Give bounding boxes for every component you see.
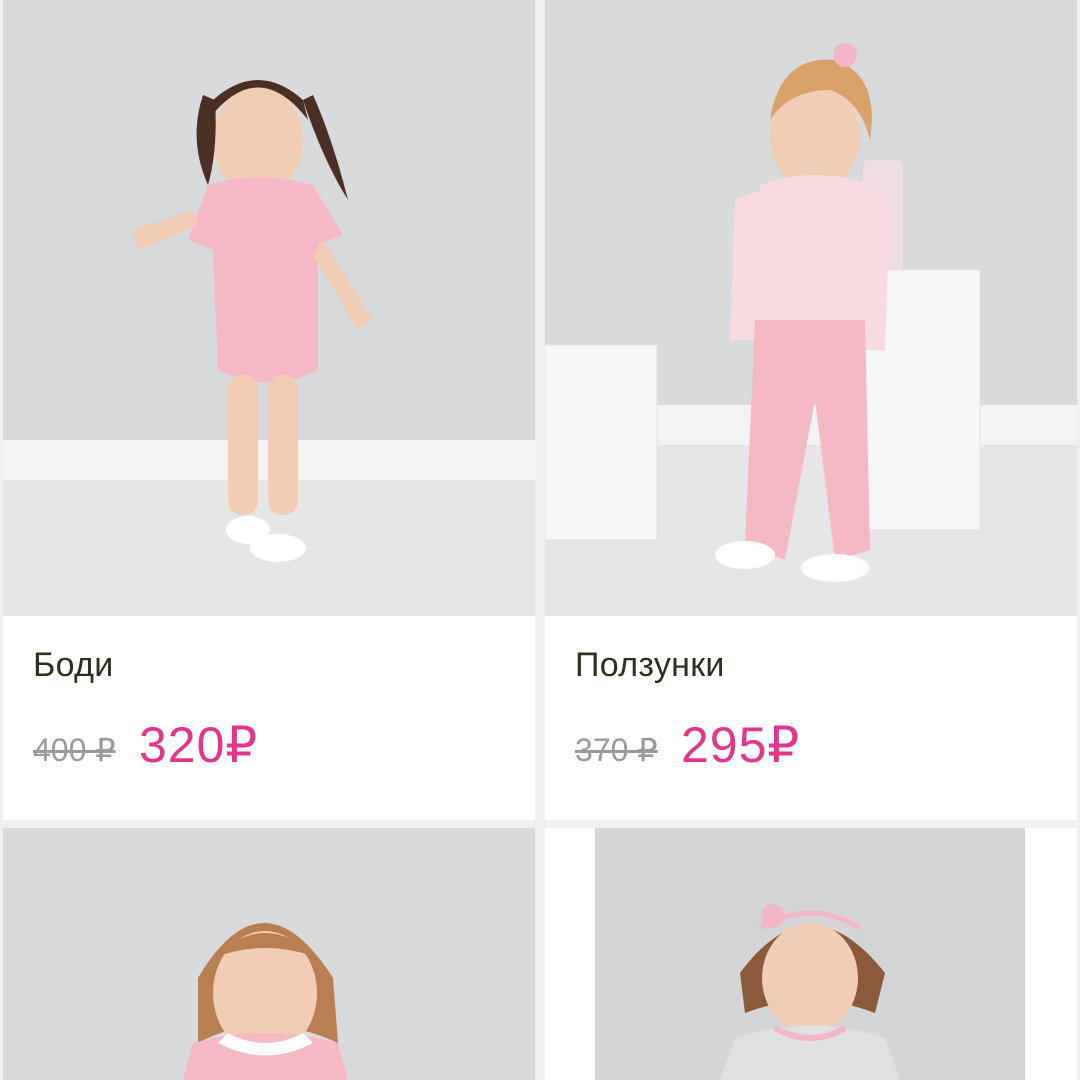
old-price: 400 ₽ — [33, 732, 116, 768]
product-image-rompers — [545, 0, 1077, 616]
old-price: 370 ₽ — [575, 732, 658, 768]
product-card-4[interactable] — [545, 828, 1077, 1080]
product-photo[interactable] — [545, 0, 1077, 616]
product-photo[interactable] — [3, 828, 535, 1080]
product-card-3[interactable] — [3, 828, 535, 1080]
product-info: Ползунки 370 ₽ 295₽ — [545, 616, 1077, 820]
product-card-bodysuit[interactable]: Боди 400 ₽ 320₽ — [3, 0, 535, 820]
product-image-4 — [595, 828, 1025, 1080]
product-photo[interactable] — [3, 0, 535, 616]
product-image-3 — [3, 828, 535, 1080]
product-image-bodysuit — [3, 0, 535, 616]
product-card-rompers[interactable]: Ползунки 370 ₽ 295₽ — [545, 0, 1077, 820]
product-grid: Боди 400 ₽ 320₽ Ползунки 370 ₽ 295₽ — [0, 0, 1080, 1080]
sale-price: 295₽ — [681, 717, 801, 773]
product-title[interactable]: Боди — [33, 646, 114, 685]
sale-price: 320₽ — [139, 717, 259, 773]
product-title[interactable]: Ползунки — [575, 646, 725, 685]
product-info: Боди 400 ₽ 320₽ — [3, 616, 535, 820]
product-photo[interactable] — [595, 828, 1025, 1080]
